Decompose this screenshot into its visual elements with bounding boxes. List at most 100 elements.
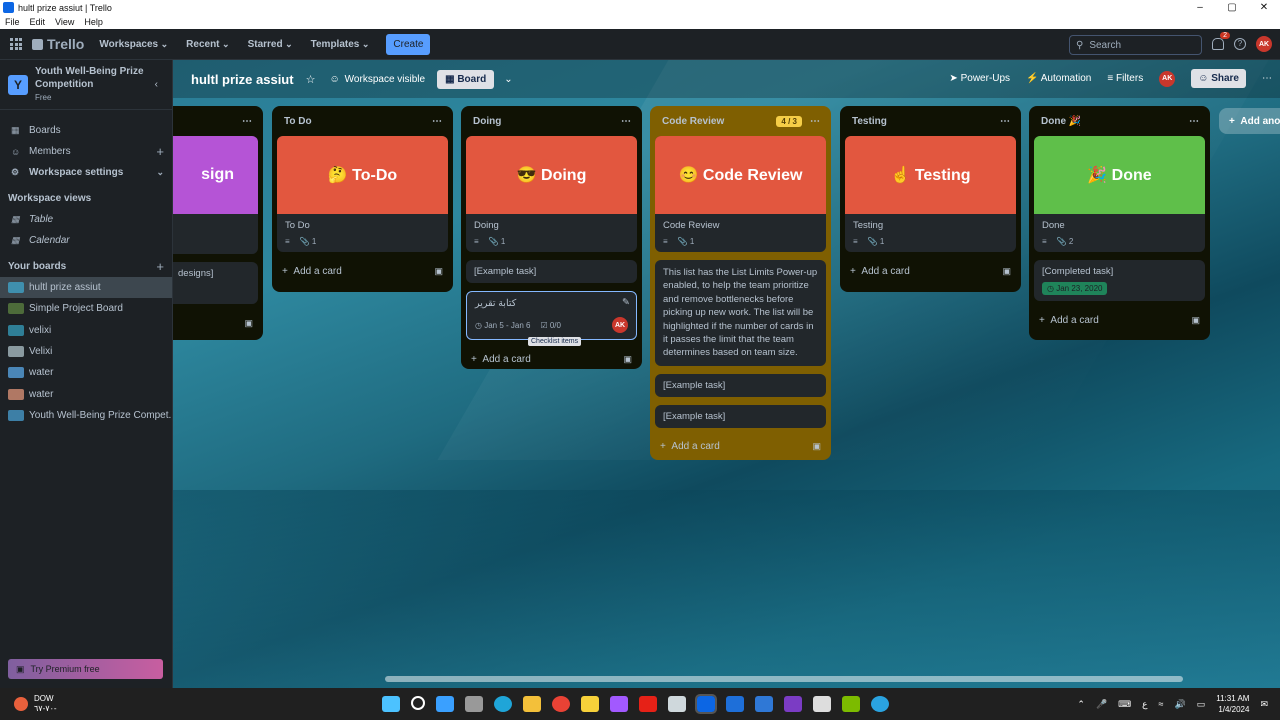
card-arabic-report[interactable]: كتابة تقرير ✎ ◷ Jan 5 - Jan 6 ☑ 0/0 AK xyxy=(466,291,637,340)
card-template-icon[interactable]: ▣ xyxy=(244,318,253,329)
add-another-list-button[interactable]: + Add ano xyxy=(1219,108,1280,134)
visibility-button[interactable]: ☺ Workspace visible xyxy=(329,74,425,85)
board-title[interactable]: hultl prize assiut xyxy=(191,72,294,87)
star-icon[interactable]: ☆ xyxy=(306,73,316,86)
power-ups-button[interactable]: ➤ Power-Ups xyxy=(949,73,1010,84)
menu-file[interactable]: File xyxy=(5,17,20,27)
add-board-icon[interactable]: + xyxy=(156,259,164,274)
templates-menu[interactable]: Templates xyxy=(311,39,370,50)
sidebar-item-members[interactable]: ☺ Members + xyxy=(0,141,172,162)
menu-view[interactable]: View xyxy=(55,17,74,27)
create-button[interactable]: Create xyxy=(386,33,431,55)
sidebar-item-table[interactable]: ▦ Table xyxy=(0,209,172,230)
chrome-icon[interactable] xyxy=(552,696,570,712)
recent-menu[interactable]: Recent xyxy=(186,39,229,50)
search-input[interactable]: ⚲ Search xyxy=(1069,35,1202,55)
store-icon[interactable] xyxy=(813,696,831,712)
edge-icon[interactable] xyxy=(494,696,512,712)
battery-icon[interactable]: ▭ xyxy=(1197,699,1206,710)
card-example-task[interactable]: [Example task] xyxy=(655,404,826,428)
keyboard-icon[interactable]: ⌨ xyxy=(1118,699,1131,710)
file-explorer-icon[interactable] xyxy=(523,696,541,712)
notifications-bell-icon[interactable]: 2 xyxy=(1212,32,1230,50)
starred-menu[interactable]: Starred xyxy=(248,39,293,50)
card-design-task[interactable]: designs] xyxy=(173,262,258,304)
card-template-icon[interactable]: ▣ xyxy=(1191,315,1200,326)
maximize-button[interactable]: ▢ xyxy=(1216,2,1248,13)
weather-widget[interactable]: DOW ٧٠-٦٧- xyxy=(14,694,57,714)
edit-pencil-icon[interactable]: ✎ xyxy=(622,297,630,308)
snipping-tool-icon[interactable] xyxy=(668,696,686,712)
automation-button[interactable]: ⚡ Automation xyxy=(1026,73,1091,84)
calendar-icon[interactable] xyxy=(755,696,773,712)
tray-chevron-icon[interactable]: ⌃ xyxy=(1077,699,1085,710)
sidebar-item-calendar[interactable]: ▦ Calendar xyxy=(0,230,172,251)
card-completed-task[interactable]: [Completed task] ◷ Jan 23, 2020 xyxy=(1034,260,1205,301)
add-card-button[interactable]: + Add a card ▣ xyxy=(461,348,642,370)
trello-logo[interactable]: Trello xyxy=(32,36,84,52)
sidebar-board-simple-project[interactable]: Simple Project Board xyxy=(0,298,172,319)
account-avatar[interactable]: AK xyxy=(1256,36,1272,52)
card-todo[interactable]: 🤔 To-Do To Do ≡ 📎 1 xyxy=(277,136,448,252)
help-icon[interactable]: ? xyxy=(1234,38,1246,50)
list-menu-icon[interactable]: ⋯ xyxy=(810,116,821,127)
list-menu-icon[interactable]: ⋯ xyxy=(432,116,443,127)
card-code-review[interactable]: 😊 Code Review Code Review ≡ 📎 1 xyxy=(655,136,826,252)
due-date-badge[interactable]: ◷ Jan 23, 2020 xyxy=(1042,282,1108,295)
outlook-icon[interactable] xyxy=(726,696,744,712)
sidebar-board-velixi[interactable]: velixi xyxy=(0,320,172,341)
sidebar-board-hultl[interactable]: hultl prize assiut xyxy=(0,277,172,299)
trello-taskbar-icon[interactable] xyxy=(695,694,717,714)
minimize-button[interactable]: – xyxy=(1184,2,1216,13)
menu-help[interactable]: Help xyxy=(84,17,103,27)
card-done[interactable]: 🎉 Done Done ≡ 📎 2 xyxy=(1034,136,1205,252)
list-title[interactable]: Testing xyxy=(852,116,887,127)
list-title[interactable]: To Do xyxy=(284,116,312,127)
chevron-down-icon[interactable]: ⌄ xyxy=(504,74,512,85)
card-template-icon[interactable]: ▣ xyxy=(434,266,443,277)
board-menu-icon[interactable]: ⋯ xyxy=(1262,73,1272,84)
share-button[interactable]: ☺ Share xyxy=(1191,69,1246,88)
add-card-button[interactable]: + Add a card ▣ xyxy=(840,260,1021,282)
sticky-notes-icon[interactable] xyxy=(581,696,599,712)
card-example-task[interactable]: [Example task] xyxy=(655,373,826,397)
add-card-button[interactable]: + Add a card ▣ xyxy=(1029,309,1210,331)
member-avatar[interactable]: AK xyxy=(1159,70,1176,87)
sidebar-item-boards[interactable]: ▦ Boards xyxy=(0,120,172,141)
collapse-sidebar-icon[interactable]: ‹ xyxy=(155,79,158,90)
list-menu-icon[interactable]: ⋯ xyxy=(1000,116,1011,127)
board-horizontal-scrollbar[interactable] xyxy=(385,676,1183,682)
clock[interactable]: 11:31 AM 1/4/2024 xyxy=(1216,693,1249,715)
add-card-button[interactable]: + Add a card ▣ xyxy=(272,260,453,282)
language-indicator[interactable]: ع xyxy=(1142,699,1147,710)
list-menu-icon[interactable]: ⋯ xyxy=(1189,116,1200,127)
list-menu-icon[interactable]: ⋯ xyxy=(621,116,632,127)
volume-icon[interactable]: 🔊 xyxy=(1175,699,1186,710)
notification-center-icon[interactable]: ✉ xyxy=(1260,699,1268,710)
app-icon[interactable] xyxy=(842,696,860,712)
microphone-icon[interactable]: 🎤 xyxy=(1096,699,1107,710)
checklist-badge[interactable]: ☑ 0/0 xyxy=(540,321,561,330)
sidebar-board-water-2[interactable]: water xyxy=(0,383,172,404)
due-date-badge[interactable]: ◷ Jan 5 - Jan 6 xyxy=(475,321,530,330)
card-member-avatar[interactable]: AK xyxy=(612,317,628,333)
card-example-task[interactable]: [Example task] xyxy=(466,260,637,283)
add-member-icon[interactable]: + xyxy=(156,144,164,159)
figma-icon[interactable] xyxy=(610,696,628,712)
try-premium-button[interactable]: ▣ Try Premium free xyxy=(8,659,163,679)
card-template-icon[interactable]: ▣ xyxy=(1002,266,1011,277)
sidebar-item-workspace-settings[interactable]: ⚙ Workspace settings ⌄ xyxy=(0,162,172,183)
card-design-cover[interactable]: sign xyxy=(173,136,258,254)
telegram-icon[interactable] xyxy=(871,696,889,712)
workspaces-menu[interactable]: Workspaces xyxy=(99,39,168,50)
sidebar-board-water[interactable]: water xyxy=(0,362,172,383)
board-view-button[interactable]: ▦ Board xyxy=(437,69,495,89)
card-testing[interactable]: ☝ Testing Testing ≡ 📎 1 xyxy=(845,136,1016,252)
close-button[interactable]: ✕ xyxy=(1248,2,1280,13)
card-list-limits-info[interactable]: This list has the List Limits Power-up e… xyxy=(655,260,826,366)
add-card-button[interactable]: + Add a card ▣ xyxy=(650,436,831,458)
task-view-icon[interactable] xyxy=(465,696,483,712)
card-template-icon[interactable]: ▣ xyxy=(623,354,632,365)
search-icon[interactable] xyxy=(411,696,425,710)
app-switcher-icon[interactable] xyxy=(10,38,22,50)
